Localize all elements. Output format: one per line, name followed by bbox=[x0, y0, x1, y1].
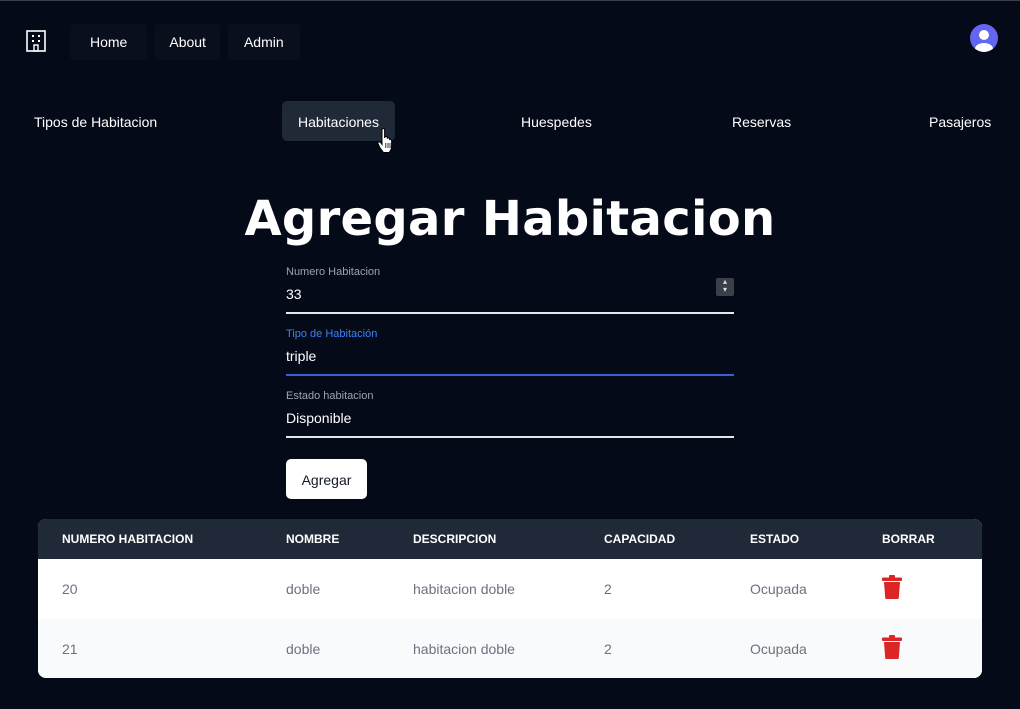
nav-about-link[interactable]: About bbox=[155, 24, 220, 60]
hand-cursor-icon bbox=[377, 128, 393, 153]
habitaciones-table: NUMERO HABITACION NOMBRE DESCRIPCION CAP… bbox=[38, 519, 982, 678]
cell-descripcion: habitacion doble bbox=[413, 581, 515, 597]
window-top-border bbox=[0, 0, 1020, 1]
cell-estado: Ocupada bbox=[750, 581, 807, 597]
tipo-habitacion-field[interactable]: Tipo de Habitación triple bbox=[286, 328, 734, 378]
numero-habitacion-label: Numero Habitacion bbox=[286, 266, 381, 278]
field-underline bbox=[286, 312, 734, 314]
trash-icon[interactable] bbox=[882, 575, 902, 599]
cell-capacidad: 2 bbox=[604, 641, 612, 657]
user-icon bbox=[975, 30, 993, 52]
numero-habitacion-field[interactable]: Numero Habitacion 33 ▴ ▾ bbox=[286, 266, 734, 316]
estado-habitacion-field[interactable]: Estado habitacion Disponible bbox=[286, 390, 734, 440]
cell-descripcion: habitacion doble bbox=[413, 641, 515, 657]
agregar-button[interactable]: Agregar bbox=[286, 459, 367, 499]
table-row: 21 doble habitacion doble 2 Ocupada bbox=[38, 619, 982, 678]
estado-habitacion-input[interactable]: Disponible bbox=[286, 410, 734, 426]
cell-estado: Ocupada bbox=[750, 641, 807, 657]
section-tabs: Tipos de Habitacion Habitaciones Huesped… bbox=[0, 101, 1020, 141]
col-borrar: BORRAR bbox=[882, 532, 935, 546]
numero-habitacion-input[interactable]: 33 bbox=[286, 286, 734, 302]
nav-admin-link[interactable]: Admin bbox=[227, 24, 300, 60]
cell-capacidad: 2 bbox=[604, 581, 612, 597]
col-capacidad: CAPACIDAD bbox=[604, 532, 676, 546]
tipo-habitacion-input[interactable]: triple bbox=[286, 348, 734, 364]
tab-pasajeros[interactable]: Pasajeros bbox=[913, 101, 1007, 141]
field-underline bbox=[286, 436, 734, 438]
nav-home-link[interactable]: Home bbox=[70, 24, 148, 60]
tab-huespedes[interactable]: Huespedes bbox=[505, 101, 608, 141]
table-header: NUMERO HABITACION NOMBRE DESCRIPCION CAP… bbox=[38, 519, 982, 559]
top-navigation: Home About Admin bbox=[70, 24, 300, 60]
chevron-up-down-icon[interactable]: ▴ ▾ bbox=[716, 278, 734, 296]
cell-nombre: doble bbox=[286, 581, 321, 597]
page-title: Agregar Habitacion bbox=[244, 191, 776, 247]
col-nombre: NOMBRE bbox=[286, 532, 340, 546]
building-icon[interactable] bbox=[25, 30, 47, 52]
col-estado: ESTADO bbox=[750, 532, 800, 546]
col-descripcion: DESCRIPCION bbox=[413, 532, 497, 546]
tab-reservas[interactable]: Reservas bbox=[716, 101, 807, 141]
field-underline-focused bbox=[286, 374, 734, 376]
tab-tipos-de-habitacion[interactable]: Tipos de Habitacion bbox=[18, 101, 173, 141]
trash-icon[interactable] bbox=[882, 635, 902, 659]
cell-nombre: doble bbox=[286, 641, 321, 657]
estado-habitacion-label: Estado habitacion bbox=[286, 390, 374, 402]
col-numero-habitacion: NUMERO HABITACION bbox=[62, 532, 194, 546]
user-avatar[interactable] bbox=[970, 24, 998, 52]
cell-numero: 20 bbox=[62, 581, 78, 597]
table-row: 20 doble habitacion doble 2 Ocupada bbox=[38, 559, 982, 619]
tipo-habitacion-label: Tipo de Habitación bbox=[286, 328, 378, 340]
cell-numero: 21 bbox=[62, 641, 78, 657]
